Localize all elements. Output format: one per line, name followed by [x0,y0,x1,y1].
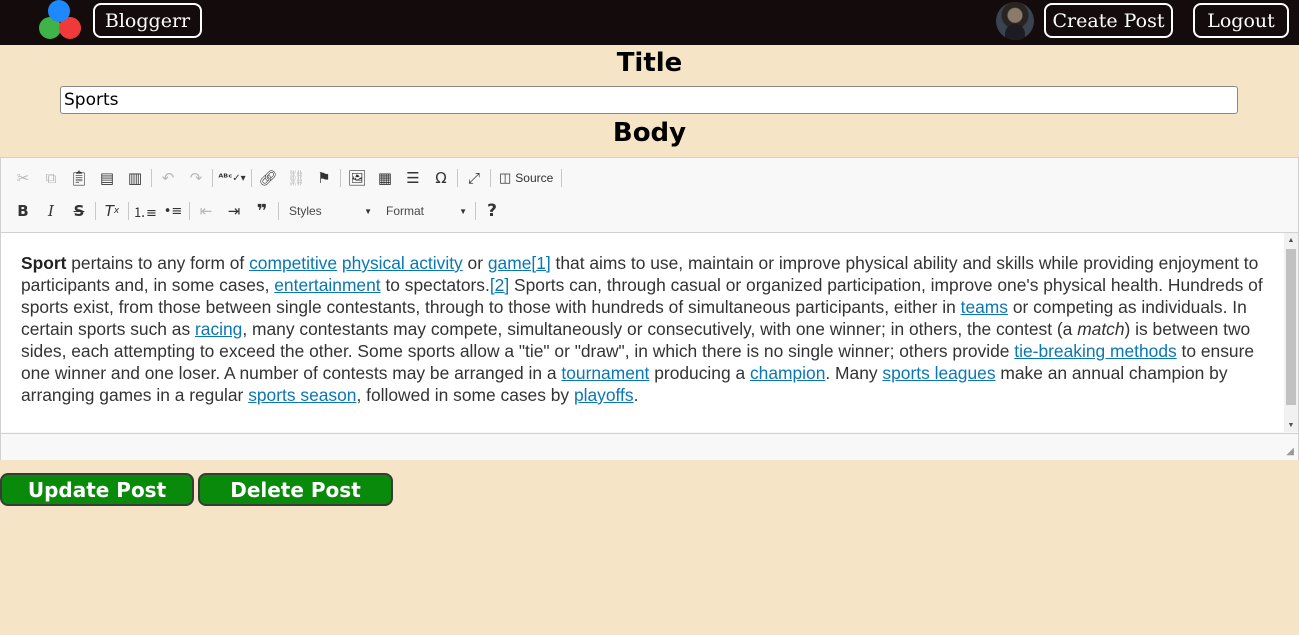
outdent-icon[interactable]: ⇤ [192,198,220,224]
link-game[interactable]: game[1] [488,253,551,273]
source-button[interactable]: ◫ Source [493,165,559,191]
link-sports-season[interactable]: sports season [248,385,356,405]
update-post-button[interactable]: Update Post [0,473,194,506]
navbar: Bloggerr Create Post Logout [0,0,1299,45]
link-teams[interactable]: teams [961,297,1008,317]
numbered-list-icon[interactable]: ⒈≡ [131,198,159,224]
toolbar-separator [212,169,213,187]
bold-icon[interactable]: B [9,198,37,224]
source-icon: ◫ [499,170,512,185]
bulleted-list-icon[interactable]: •≡ [159,198,187,224]
image-icon[interactable]: 🖼︎ [343,165,371,191]
text-span: producing a [649,363,750,383]
table-icon[interactable]: ▦ [371,165,399,191]
toolbar-separator [251,169,252,187]
body-heading: Body [612,118,687,148]
text-span: , many contestants may compete, simultan… [242,319,1078,339]
link-playoffs[interactable]: playoffs [574,385,634,405]
toolbar-separator [189,202,190,220]
create-post-button[interactable]: Create Post [1044,3,1173,38]
link-sports-leagues[interactable]: sports leagues [882,363,995,383]
blockquote-icon[interactable]: ❞ [248,198,276,224]
chevron-down-icon: ▼ [364,206,372,216]
title-heading: Title [616,48,683,78]
toolbar-separator [128,202,129,220]
link-racing[interactable]: racing [195,319,242,339]
format-dropdown[interactable]: Format ▼ [378,199,473,223]
styles-label: Styles [289,204,322,218]
delete-post-button[interactable]: Delete Post [198,473,393,506]
toolbar-separator [340,169,341,187]
editor-scrollbar[interactable]: ▲ ▼ [1284,233,1298,432]
toolbar-row-1: ✂ ⧉ 📋︎ ▤ ▥ ↶ ↷ ᴬᴮᶜ✓▾ 🔗︎ ⛓ ⚑ 🖼︎ ▦ ☰ Ω ⤢ ◫… [9,164,564,192]
link-tournament[interactable]: tournament [561,363,649,383]
remove-format-icon[interactable]: Tx [98,198,126,224]
help-icon[interactable]: ? [478,198,506,224]
toolbar-separator [278,202,279,220]
link-ref-2[interactable]: [2] [490,275,509,295]
text-span: to spectators. [380,275,490,295]
logout-button[interactable]: Logout [1193,3,1289,38]
paste-text-icon[interactable]: ▤ [93,165,121,191]
scroll-thumb[interactable] [1286,249,1296,405]
toolbar-separator [95,202,96,220]
scroll-down-arrow-icon[interactable]: ▼ [1284,418,1298,432]
undo-icon[interactable]: ↶ [154,165,182,191]
editor-statusbar: ◢ [1,433,1298,460]
link-icon[interactable]: 🔗︎ [254,165,282,191]
format-label: Format [386,204,425,218]
brand-button[interactable]: Bloggerr [93,3,202,38]
toolbar-separator [457,169,458,187]
link-champion[interactable]: champion [750,363,825,383]
special-char-icon[interactable]: Ω [427,165,455,191]
resize-handle-icon[interactable]: ◢ [1286,446,1294,457]
link-physical-activity[interactable]: physical activity [342,253,463,273]
indent-icon[interactable]: ⇥ [220,198,248,224]
toolbar-separator [561,169,563,187]
chevron-down-icon: ▼ [459,206,467,216]
redo-icon[interactable]: ↷ [182,165,210,191]
editor-toolbar: ✂ ⧉ 📋︎ ▤ ▥ ↶ ↷ ᴬᴮᶜ✓▾ 🔗︎ ⛓ ⚑ 🖼︎ ▦ ☰ Ω ⤢ ◫… [1,158,1298,233]
italic-text: match [1077,319,1125,339]
link-tie-breaking-methods[interactable]: tie-breaking methods [1014,341,1176,361]
unlink-icon[interactable]: ⛓ [282,165,310,191]
copy-icon[interactable]: ⧉ [37,165,65,191]
text-span: . [633,385,639,405]
title-input[interactable] [60,86,1238,114]
styles-dropdown[interactable]: Styles ▼ [281,199,378,223]
toolbar-row-2: B I S Tx ⒈≡ •≡ ⇤ ⇥ ❞ Styles ▼ Format ▼ ? [9,197,506,225]
maximize-icon[interactable]: ⤢ [460,165,488,191]
strikethrough-icon[interactable]: S [65,198,93,224]
user-avatar-icon[interactable] [996,2,1034,40]
link-competitive[interactable]: competitive [249,253,337,273]
anchor-icon[interactable]: ⚑ [310,165,338,191]
toolbar-separator [151,169,152,187]
editor-text[interactable]: Sport pertains to any form of competitiv… [21,252,1271,406]
bold-text: Sport [21,253,67,273]
editor-content-area[interactable]: Sport pertains to any form of competitiv… [1,233,1284,432]
text-span: or [462,253,488,273]
horizontal-rule-icon[interactable]: ☰ [399,165,427,191]
cut-icon[interactable]: ✂ [9,165,37,191]
three-circles-logo-icon[interactable] [38,0,84,42]
source-label: Source [515,171,554,185]
text-span: . Many [825,363,883,383]
rich-text-editor: ✂ ⧉ 📋︎ ▤ ▥ ↶ ↷ ᴬᴮᶜ✓▾ 🔗︎ ⛓ ⚑ 🖼︎ ▦ ☰ Ω ⤢ ◫… [0,157,1299,460]
toolbar-separator [475,202,476,220]
toolbar-separator [490,169,491,187]
text-span: pertains to any form of [66,253,250,273]
link-entertainment[interactable]: entertainment [274,275,380,295]
text-span: , followed in some cases by [356,385,574,405]
scroll-up-arrow-icon[interactable]: ▲ [1284,233,1298,247]
italic-icon[interactable]: I [37,198,65,224]
spellcheck-icon[interactable]: ᴬᴮᶜ✓▾ [215,165,249,191]
paste-word-icon[interactable]: ▥ [121,165,149,191]
paste-icon[interactable]: 📋︎ [65,165,93,191]
